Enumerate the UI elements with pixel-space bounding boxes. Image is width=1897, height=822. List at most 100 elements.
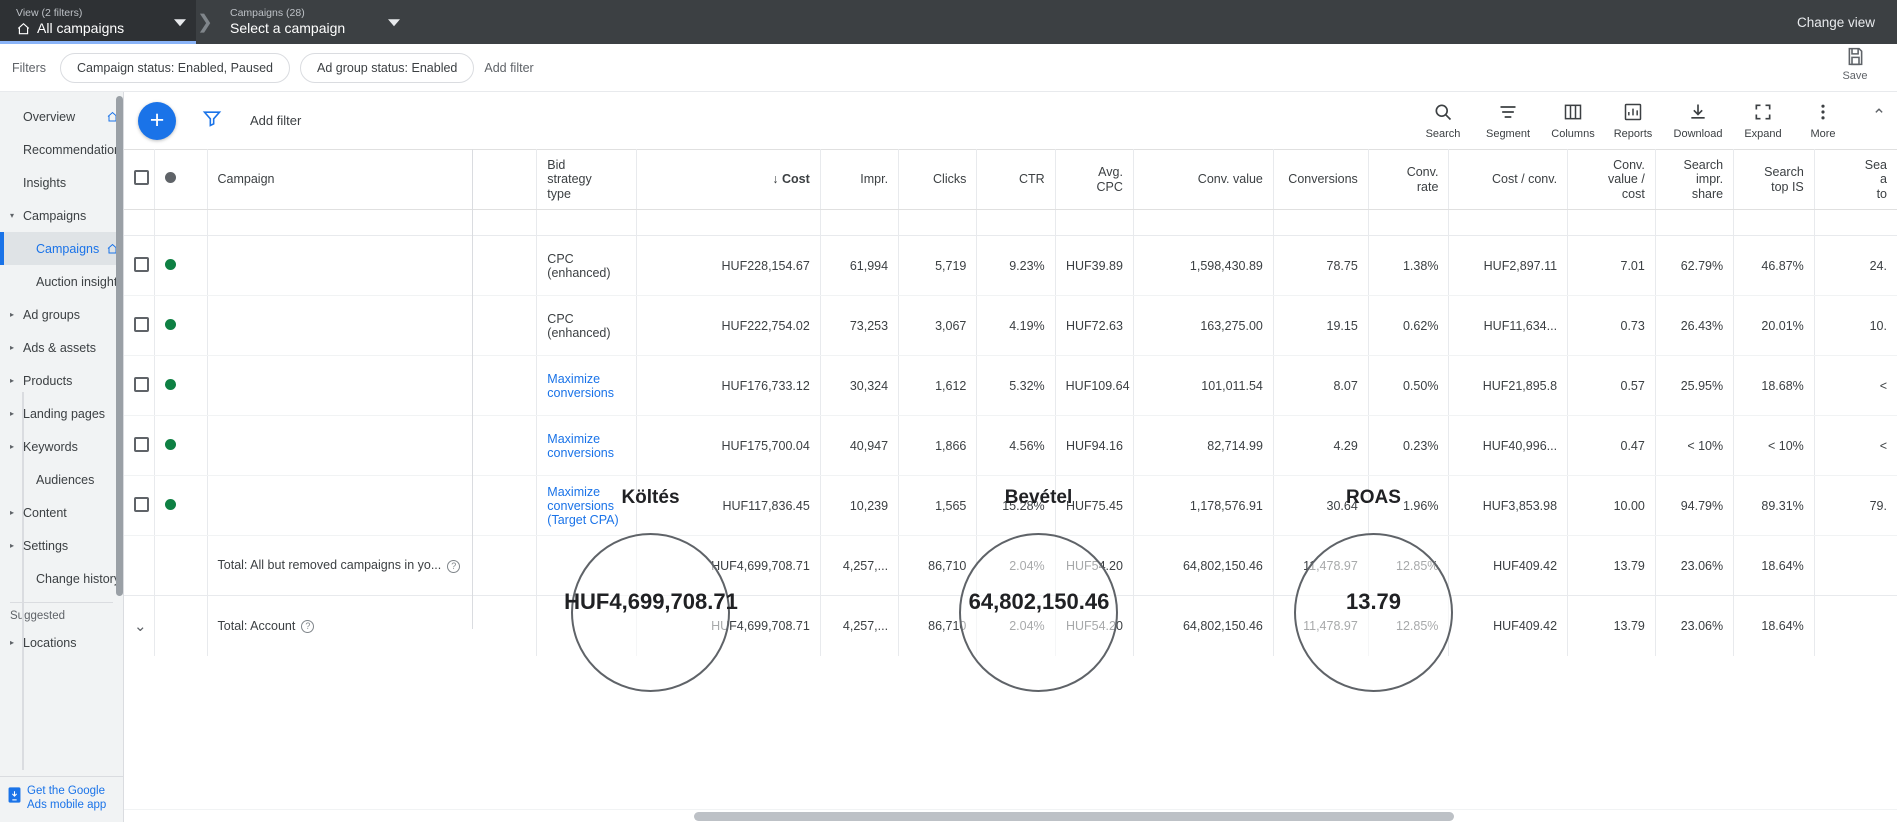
promo-line-1: Get the Google bbox=[27, 785, 105, 797]
chevron-down-icon[interactable] bbox=[388, 19, 400, 27]
row-campaign-cell[interactable] bbox=[207, 235, 538, 296]
filter-icon[interactable] bbox=[202, 108, 222, 133]
table-row[interactable]: Maximize conversions HUF175,700.04 40,947 1… bbox=[124, 415, 1897, 476]
toolbar-reports-button[interactable]: Reports bbox=[1603, 102, 1663, 140]
header-cost[interactable]: ↓ Cost bbox=[636, 149, 821, 210]
row-checkbox[interactable] bbox=[134, 496, 149, 512]
filter-chip-campaign-status[interactable]: Campaign status: Enabled, Paused bbox=[60, 52, 290, 83]
left-nav-scrollbar[interactable] bbox=[116, 92, 123, 776]
campaign-selector[interactable]: Campaigns (28) Select a campaign bbox=[214, 0, 410, 44]
row-checkbox[interactable] bbox=[134, 436, 149, 452]
table-row[interactable]: CPC (enhanced) HUF228,154.67 61,994 5,719 9.… bbox=[124, 235, 1897, 296]
toolbar-add-filter[interactable]: Add filter bbox=[250, 113, 301, 128]
sidebar-item-campaigns[interactable]: Campaigns bbox=[0, 232, 123, 265]
row-search-impr-share-cell bbox=[1655, 209, 1735, 236]
totals-row-all-campaigns: Total: All but removed campaigns in yo..… bbox=[124, 535, 1897, 596]
header-search-abs-top-is[interactable]: Sea a to bbox=[1814, 149, 1897, 210]
sidebar-item-insights[interactable]: Insights bbox=[0, 166, 123, 199]
header-conv-value-cost[interactable]: Conv. value / cost bbox=[1567, 149, 1656, 210]
select-all-checkbox[interactable] bbox=[134, 170, 149, 186]
table-row[interactable]: CPC (enhanced) HUF222,754.02 73,253 3,067 4.… bbox=[124, 295, 1897, 356]
row-checkbox-cell[interactable] bbox=[124, 209, 156, 236]
sidebar-item-auction-insights[interactable]: Auction insights bbox=[0, 265, 123, 298]
left-nav-scrollbar-thumb[interactable] bbox=[116, 96, 123, 596]
sidebar-item-ad-groups[interactable]: ▸ Ad groups bbox=[0, 298, 123, 331]
toolbar-segment-button[interactable]: Segment bbox=[1473, 102, 1543, 140]
select-all-header[interactable] bbox=[124, 149, 156, 210]
row-campaign-cell[interactable] bbox=[207, 355, 538, 416]
header-conv-value[interactable]: Conv. value bbox=[1133, 149, 1274, 210]
expand-totals-icon[interactable]: ⌄ bbox=[134, 618, 147, 635]
search-icon bbox=[1433, 102, 1453, 125]
header-bid-strategy-type[interactable]: Bid strategy type bbox=[536, 149, 637, 210]
page-body: Overview Recommendations Insights ▾ Campaign… bbox=[0, 92, 1897, 822]
row-bid-strategy-cell[interactable]: CPC (enhanced) bbox=[536, 235, 637, 296]
sidebar-item-recommendations[interactable]: Recommendations bbox=[0, 133, 123, 166]
row-bid-strategy-cell[interactable]: CPC (enhanced) bbox=[536, 295, 637, 356]
toolbar-download-button[interactable]: Download bbox=[1663, 102, 1733, 140]
add-filter-link[interactable]: Add filter bbox=[484, 61, 533, 75]
view-selector[interactable]: View (2 filters) All campaigns bbox=[0, 0, 196, 44]
bid-strategy-label[interactable]: Maximize conversions (Target CPA) bbox=[547, 485, 618, 527]
row-campaign-cell[interactable] bbox=[207, 475, 538, 536]
toolbar-expand-button[interactable]: Expand bbox=[1733, 102, 1793, 140]
header-ctr[interactable]: CTR bbox=[976, 149, 1056, 210]
header-avg-cpc[interactable]: Avg. CPC bbox=[1055, 149, 1134, 210]
sidebar-item-content[interactable]: ▸ Content bbox=[0, 496, 123, 529]
toolbar-more-button[interactable]: More bbox=[1793, 102, 1853, 140]
row-checkbox-cell[interactable] bbox=[124, 355, 156, 416]
header-impr[interactable]: Impr. bbox=[820, 149, 900, 210]
change-view-button[interactable]: Change view bbox=[1775, 0, 1897, 44]
sidebar-item-landing-pages[interactable]: ▸ Landing pages bbox=[0, 397, 123, 430]
row-checkbox[interactable] bbox=[134, 376, 149, 392]
header-conv-rate[interactable]: Conv. rate bbox=[1368, 149, 1450, 210]
row-checkbox-cell[interactable] bbox=[124, 235, 156, 296]
row-checkbox[interactable] bbox=[134, 316, 149, 332]
sidebar-item-locations[interactable]: ▸ Locations bbox=[0, 626, 123, 659]
row-cost-per-conv-cell: HUF2,897.11 bbox=[1448, 235, 1569, 296]
row-bid-strategy-cell[interactable]: Maximize conversions bbox=[536, 355, 637, 416]
sidebar-item-change-history[interactable]: Change history bbox=[0, 562, 123, 595]
bid-strategy-label[interactable]: Maximize conversions bbox=[547, 432, 614, 460]
add-campaign-button[interactable]: + bbox=[138, 101, 176, 140]
row-campaign-cell[interactable] bbox=[207, 295, 538, 356]
row-search-abs-top-is-cell: 79. bbox=[1814, 475, 1897, 536]
row-campaign-cell[interactable] bbox=[207, 415, 538, 476]
collapse-panel-icon[interactable]: ⌃ bbox=[1861, 106, 1897, 136]
save-view-button[interactable]: Save bbox=[1827, 46, 1883, 82]
left-nav-scroll[interactable]: Overview Recommendations Insights ▾ Campaign… bbox=[0, 92, 123, 776]
toolbar-columns-button[interactable]: Columns bbox=[1543, 102, 1603, 140]
horizontal-scrollbar[interactable] bbox=[124, 809, 1897, 822]
sidebar-item-settings[interactable]: ▸ Settings bbox=[0, 529, 123, 562]
sidebar-item-campaigns[interactable]: ▾ Campaigns bbox=[0, 199, 123, 232]
row-checkbox[interactable] bbox=[134, 256, 149, 272]
help-icon[interactable]: ? bbox=[301, 619, 315, 633]
sidebar-item-audiences[interactable]: Audiences bbox=[0, 463, 123, 496]
sidebar-item-keywords[interactable]: ▸ Keywords bbox=[0, 430, 123, 463]
mobile-app-promo[interactable]: Get the Google Ads mobile app bbox=[0, 776, 123, 822]
row-checkbox-cell[interactable] bbox=[124, 475, 156, 536]
row-checkbox-cell[interactable] bbox=[124, 295, 156, 356]
bid-strategy-label[interactable]: Maximize conversions bbox=[547, 372, 614, 400]
row-checkbox-cell[interactable] bbox=[124, 415, 156, 476]
sidebar-item-overview[interactable]: Overview bbox=[0, 100, 123, 133]
toolbar-search-button[interactable]: Search bbox=[1413, 102, 1473, 140]
header-search-impr-share[interactable]: Search impr. share bbox=[1655, 149, 1735, 210]
sidebar-item-ads-assets[interactable]: ▸ Ads & assets bbox=[0, 331, 123, 364]
help-icon[interactable]: ? bbox=[447, 559, 461, 573]
table-row[interactable]: Maximize conversions HUF176,733.12 30,324 1… bbox=[124, 355, 1897, 416]
header-campaign[interactable]: Campaign bbox=[207, 149, 538, 210]
header-search-top-is[interactable]: Search top IS bbox=[1733, 149, 1815, 210]
header-clicks[interactable]: Clicks bbox=[898, 149, 978, 210]
row-campaign-cell[interactable] bbox=[207, 209, 538, 236]
header-cost-per-conv[interactable]: Cost / conv. bbox=[1448, 149, 1569, 210]
filter-chip-adgroup-status[interactable]: Ad group status: Enabled bbox=[300, 52, 475, 83]
chevron-down-icon[interactable] bbox=[174, 19, 186, 27]
table-row[interactable] bbox=[124, 209, 1897, 236]
horizontal-scrollbar-thumb[interactable] bbox=[694, 812, 1454, 821]
table-row[interactable]: Maximize conversions (Target CPA) HUF117,… bbox=[124, 475, 1897, 536]
row-bid-strategy-cell[interactable]: Maximize conversions bbox=[536, 415, 637, 476]
row-bid-strategy-cell[interactable]: Maximize conversions (Target CPA) bbox=[536, 475, 637, 536]
header-conversions[interactable]: Conversions bbox=[1273, 149, 1369, 210]
sidebar-item-products[interactable]: ▸ Products bbox=[0, 364, 123, 397]
